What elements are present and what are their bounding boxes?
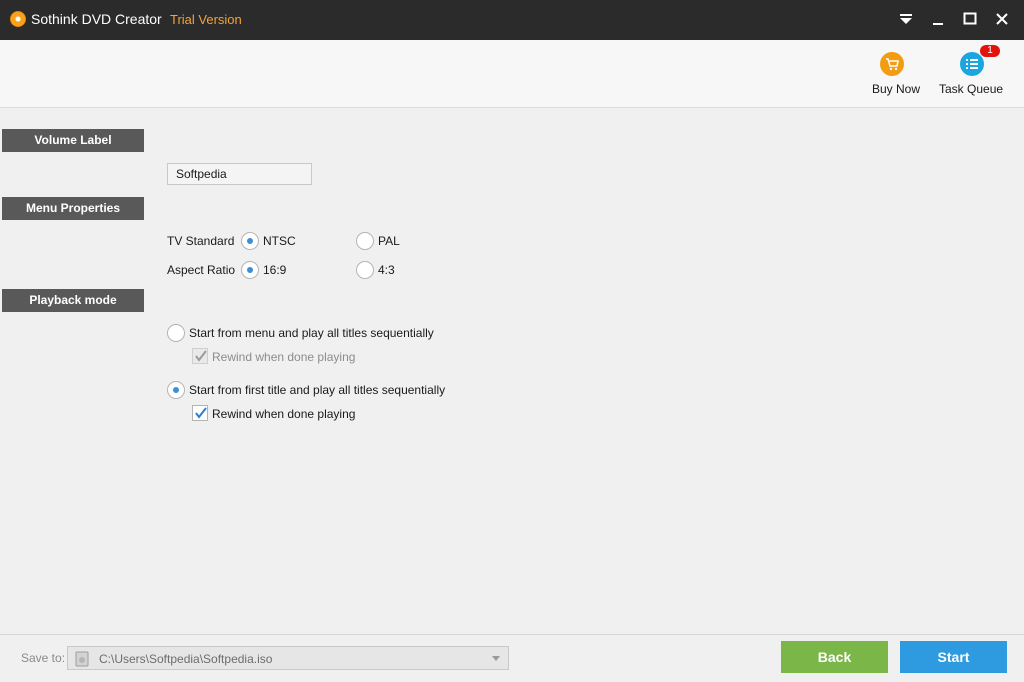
volume-label-input[interactable] bbox=[167, 163, 312, 185]
dropdown-arrow-icon bbox=[900, 14, 912, 24]
playback-menu-label[interactable]: Start from menu and play all titles sequ… bbox=[189, 326, 434, 340]
checkmark-icon bbox=[195, 350, 207, 362]
volume-label-header: Volume Label bbox=[2, 129, 144, 152]
aspect-16-9-label[interactable]: 16:9 bbox=[263, 263, 286, 277]
rewind-first-title-checkbox[interactable] bbox=[192, 405, 208, 421]
aspect-4-3-radio[interactable] bbox=[356, 261, 374, 279]
buy-now-button[interactable]: Buy Now bbox=[866, 40, 926, 107]
playback-first-title-radio[interactable] bbox=[167, 381, 185, 399]
shopping-cart-icon bbox=[880, 52, 904, 76]
back-button[interactable]: Back bbox=[781, 641, 888, 673]
rewind-menu-label: Rewind when done playing bbox=[212, 350, 356, 364]
menu-properties-header: Menu Properties bbox=[2, 197, 144, 220]
save-path-value: C:\Users\Softpedia\Softpedia.iso bbox=[99, 652, 273, 666]
task-count-badge: 1 bbox=[980, 45, 1000, 57]
save-path-dropdown[interactable]: C:\Users\Softpedia\Softpedia.iso bbox=[67, 646, 509, 670]
app-logo-icon bbox=[10, 11, 26, 27]
close-button[interactable] bbox=[988, 6, 1016, 32]
start-button[interactable]: Start bbox=[900, 641, 1007, 673]
save-to-label: Save to: bbox=[21, 651, 66, 665]
disc-file-icon bbox=[75, 651, 89, 667]
ntsc-radio[interactable] bbox=[241, 232, 259, 250]
maximize-icon bbox=[963, 12, 977, 25]
task-queue-label: Task Queue bbox=[939, 82, 1004, 96]
aspect-ratio-label: Aspect Ratio bbox=[167, 263, 236, 277]
menu-dropdown-button[interactable] bbox=[892, 6, 920, 32]
aspect-4-3-label[interactable]: 4:3 bbox=[378, 263, 395, 277]
minimize-button[interactable] bbox=[924, 6, 952, 32]
pal-label[interactable]: PAL bbox=[378, 234, 400, 248]
footer-divider bbox=[0, 634, 1024, 635]
tv-standard-label: TV Standard bbox=[167, 234, 235, 248]
buy-now-label: Buy Now bbox=[872, 82, 921, 96]
aspect-16-9-radio[interactable] bbox=[241, 261, 259, 279]
rewind-first-title-label[interactable]: Rewind when done playing bbox=[212, 407, 355, 421]
rewind-menu-checkbox[interactable] bbox=[192, 348, 208, 364]
ntsc-label[interactable]: NTSC bbox=[263, 234, 296, 248]
toolbar: Buy Now Task Queue bbox=[0, 40, 1024, 108]
title-bar: Sothink DVD Creator Trial Version bbox=[0, 0, 1024, 40]
app-title: Sothink DVD Creator bbox=[31, 11, 162, 27]
playback-mode-header: Playback mode bbox=[2, 289, 144, 312]
minimize-icon bbox=[933, 23, 943, 25]
checkmark-icon bbox=[195, 407, 207, 419]
list-icon bbox=[960, 52, 984, 76]
edition-label: Trial Version bbox=[170, 12, 242, 27]
playback-menu-radio[interactable] bbox=[167, 324, 185, 342]
playback-first-title-label[interactable]: Start from first title and play all titl… bbox=[189, 383, 445, 397]
chevron-down-icon bbox=[492, 656, 500, 661]
maximize-button[interactable] bbox=[956, 6, 984, 32]
close-icon bbox=[996, 13, 1008, 25]
pal-radio[interactable] bbox=[356, 232, 374, 250]
